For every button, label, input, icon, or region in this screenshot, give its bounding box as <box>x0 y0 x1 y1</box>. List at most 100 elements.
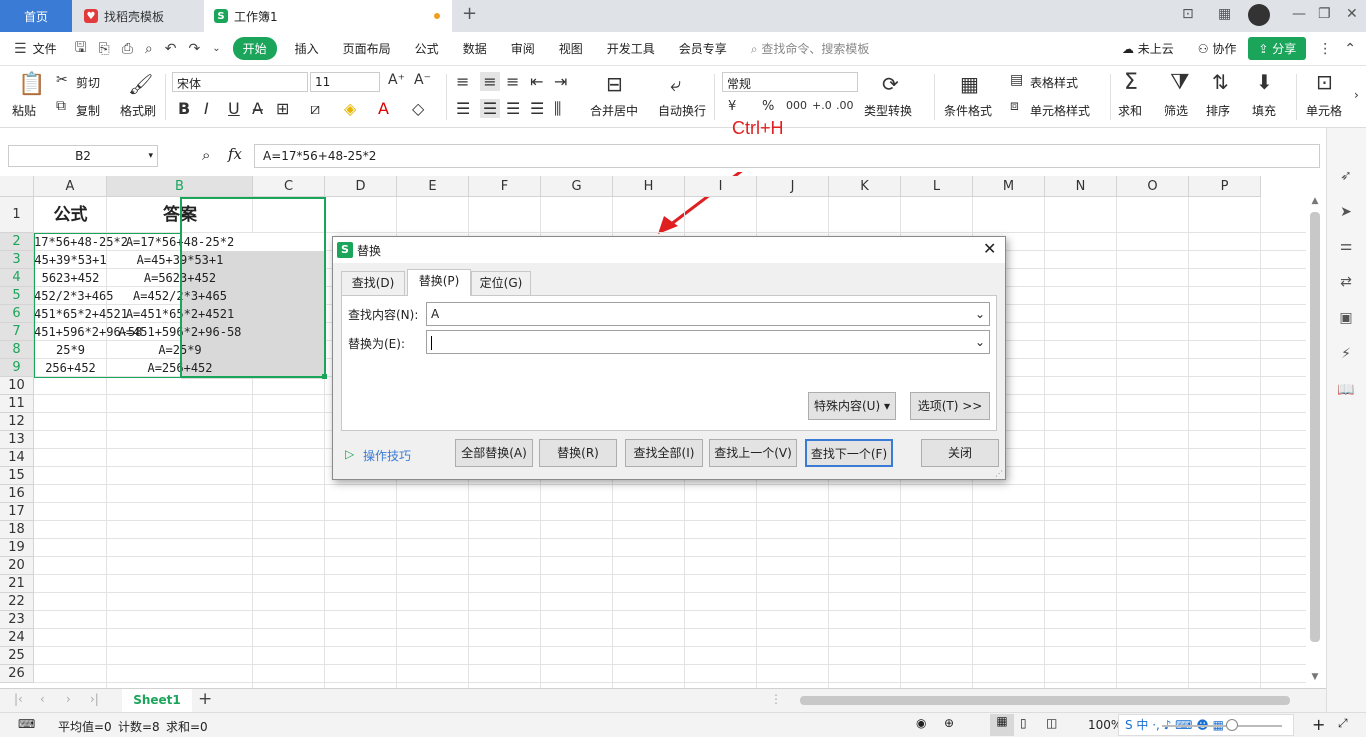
thousands-icon[interactable]: 000 <box>786 99 807 112</box>
eye-protect-icon[interactable]: ◉ <box>916 716 926 730</box>
redo-icon[interactable]: ↷ <box>189 41 201 57</box>
column-header-f[interactable]: F <box>469 176 541 197</box>
row-header-11[interactable]: 11 <box>0 395 34 413</box>
column-header-m[interactable]: M <box>973 176 1045 197</box>
menu-developer[interactable]: 开发工具 <box>595 40 667 57</box>
column-header-g[interactable]: G <box>541 176 613 197</box>
collab-button[interactable]: ⚇ 协作 <box>1186 40 1249 57</box>
menu-review[interactable]: 审阅 <box>499 40 547 57</box>
font-color-icon[interactable]: A <box>378 99 389 118</box>
fullscreen-icon[interactable]: ⤢ <box>1338 716 1348 731</box>
options-button[interactable]: 选项(T) >> <box>910 392 990 420</box>
row-header-5[interactable]: 5 <box>0 287 34 305</box>
fill-color-icon[interactable]: ◈ <box>344 99 356 118</box>
italic-button[interactable]: I <box>204 99 209 118</box>
type-convert-button[interactable]: 类型转换 <box>864 102 912 119</box>
preview-icon[interactable]: ⌕ <box>145 41 153 57</box>
cut-button[interactable]: 剪切 <box>76 74 100 91</box>
chevron-down-icon[interactable]: ⌄ <box>975 303 985 325</box>
wrap-icon[interactable]: ⤶ <box>670 72 681 96</box>
special-content-button[interactable]: 特殊内容(U) ▾ <box>808 392 896 420</box>
export-icon[interactable]: ⎘ <box>99 41 110 57</box>
convert-icon[interactable]: ⟳ <box>882 72 899 96</box>
select-all[interactable] <box>0 176 34 197</box>
scroll-up-icon[interactable]: ▲ <box>1308 196 1322 212</box>
replace-button[interactable]: 替换(R) <box>539 439 617 467</box>
font-grow-icon[interactable]: A⁺ <box>388 72 405 88</box>
layout-icon[interactable]: ⊡ <box>1182 6 1194 22</box>
tab-replace[interactable]: 替换(P) <box>407 269 471 296</box>
filter-button[interactable]: 筛选 <box>1164 102 1188 119</box>
row-header-9[interactable]: 9 <box>0 359 34 377</box>
sum-icon[interactable]: Σ <box>1124 70 1138 95</box>
row-header-22[interactable]: 22 <box>0 593 34 611</box>
column-header-b[interactable]: B <box>107 176 253 197</box>
row-header-24[interactable]: 24 <box>0 629 34 647</box>
cell-button[interactable]: 单元格 <box>1306 102 1342 119</box>
copy-icon[interactable]: ⧉ <box>56 98 66 114</box>
number-format-select[interactable]: 常规 <box>722 72 858 92</box>
book-icon[interactable]: 📖 <box>1337 382 1355 400</box>
split-handle-icon[interactable]: ⋮ <box>770 692 782 706</box>
indent-decrease-icon[interactable]: ⇤ <box>530 72 543 91</box>
macro-icon[interactable]: ⌨ <box>18 717 35 731</box>
fill-style-icon[interactable]: ⧄ <box>310 99 320 119</box>
column-header-c[interactable]: C <box>253 176 325 197</box>
row-header-25[interactable]: 25 <box>0 647 34 665</box>
font-shrink-icon[interactable]: A⁻ <box>414 72 431 88</box>
filter-icon[interactable]: ⧩ <box>1170 70 1190 95</box>
bold-button[interactable]: B <box>178 99 190 118</box>
replace-input[interactable]: ⌄ <box>426 330 990 354</box>
find-all-button[interactable]: 查找全部(I) <box>625 439 703 467</box>
row-header-13[interactable]: 13 <box>0 431 34 449</box>
menu-data[interactable]: 数据 <box>451 40 499 57</box>
row-header-12[interactable]: 12 <box>0 413 34 431</box>
new-tab-plus-icon[interactable]: + <box>462 3 477 24</box>
row-header-2[interactable]: 2 <box>0 233 34 251</box>
row-header-14[interactable]: 14 <box>0 449 34 467</box>
tab-template[interactable]: ♥ 找稻壳模板 <box>74 0 202 32</box>
prev-sheet-icon[interactable]: ‹ <box>40 692 45 706</box>
next-sheet-icon[interactable]: › <box>66 692 71 706</box>
table-style-button[interactable]: 表格样式 <box>1030 74 1078 91</box>
undo-icon[interactable]: ↶ <box>165 41 177 57</box>
percent-button[interactable]: % <box>762 99 774 114</box>
ribbon-scroll-right-icon[interactable]: › <box>1354 88 1359 102</box>
strikethrough-icon[interactable]: A̶ <box>252 99 263 118</box>
row-header-1[interactable]: 1 <box>0 197 34 233</box>
formula-input[interactable]: A=17*56+48-25*2 <box>254 144 1320 168</box>
cell-icon[interactable]: ⊡ <box>1316 70 1333 94</box>
menu-view[interactable]: 视图 <box>547 40 595 57</box>
add-sheet-icon[interactable]: + <box>198 689 212 709</box>
distribute-icon[interactable]: ⫼ <box>554 99 561 119</box>
font-size-select[interactable]: 11 <box>310 72 380 92</box>
format-painter-button[interactable]: 格式刷 <box>120 102 156 119</box>
increase-decimal-icon[interactable]: +.0 <box>812 99 832 112</box>
chevron-down-icon[interactable]: ⌄ <box>975 331 985 353</box>
paste-icon[interactable]: 📋 <box>18 72 45 97</box>
fx-icon[interactable]: fx <box>228 145 242 163</box>
column-header-j[interactable]: J <box>757 176 829 197</box>
dialog-close-icon[interactable]: ✕ <box>983 239 996 258</box>
row-header-18[interactable]: 18 <box>0 521 34 539</box>
find-prev-button[interactable]: 查找上一个(V) <box>709 439 797 467</box>
sheet-tab-sheet1[interactable]: Sheet1 <box>122 689 192 712</box>
scroll-down-icon[interactable]: ▼ <box>1308 672 1322 688</box>
column-header-h[interactable]: H <box>613 176 685 197</box>
eraser-icon[interactable]: ◇ <box>412 99 424 118</box>
scissors-icon[interactable]: ✂ <box>56 72 68 88</box>
fill-handle[interactable] <box>322 374 327 379</box>
indent-increase-icon[interactable]: ⇥ <box>554 72 567 91</box>
table-style-icon[interactable]: ▤ <box>1010 72 1023 88</box>
vertical-scrollbar[interactable] <box>1310 212 1320 642</box>
zoom-slider[interactable] <box>1162 725 1282 727</box>
cell-style-icon[interactable]: ⧈ <box>1010 98 1019 114</box>
merge-center-button[interactable]: 合并居中 <box>590 102 638 119</box>
wrap-text-button[interactable]: 自动换行 <box>658 102 706 119</box>
menu-page-layout[interactable]: 页面布局 <box>331 40 403 57</box>
underline-button[interactable]: U <box>228 99 240 118</box>
column-header-i[interactable]: I <box>685 176 757 197</box>
row-header-15[interactable]: 15 <box>0 467 34 485</box>
tab-find[interactable]: 查找(D) <box>341 271 405 295</box>
command-search[interactable]: ⌕ 查找命令、搜索模板 <box>739 40 882 57</box>
